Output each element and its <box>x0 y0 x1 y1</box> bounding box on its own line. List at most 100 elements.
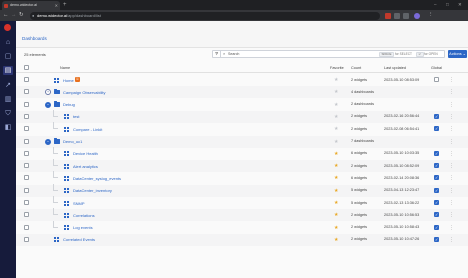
row-menu-icon[interactable]: ⋮ <box>449 124 454 134</box>
favorite-star-icon[interactable]: ★ <box>334 87 338 97</box>
profile-avatar[interactable] <box>414 12 420 19</box>
row-checkbox[interactable] <box>24 200 29 205</box>
row-menu-icon[interactable]: ⋮ <box>449 137 454 147</box>
app-logo[interactable] <box>4 24 11 31</box>
browser-tab[interactable]: demo.widector.ai ✕ <box>2 1 60 10</box>
row-checkbox[interactable] <box>24 101 29 107</box>
table-row[interactable]: Log events ★ 2 widgets 2023-05-10 10:58:43 ✓… <box>16 220 468 234</box>
table-row[interactable]: − Debug ★ 2 dashboards ⋮ <box>16 99 468 111</box>
pages-icon[interactable]: ▢ <box>3 52 13 61</box>
table-row[interactable]: Correlations ★ 2 widgets 2023-05-10 10:56:5… <box>16 208 468 222</box>
data-icon[interactable]: ▥ <box>3 95 13 104</box>
extensions-puzzle-icon[interactable] <box>403 12 409 19</box>
table-row[interactable]: SNMP ★ 5 widgets 2023-02-13 13:36:22 ✓ ⋮ <box>16 196 468 209</box>
table-row[interactable]: − Demo_uc1 ★ 7 dashboards ⋮ <box>16 135 468 148</box>
row-menu-icon[interactable]: ⋮ <box>449 173 454 183</box>
column-header-global[interactable]: Global <box>431 66 442 70</box>
global-checkbox[interactable]: ✓ <box>434 175 439 181</box>
favorite-star-icon[interactable]: ★ <box>334 100 338 110</box>
row-checkbox[interactable] <box>24 150 29 156</box>
table-row[interactable]: test ★ 2 widgets 2023-02-16 20:56:44 ✓ ⋮ <box>16 109 468 123</box>
table-row[interactable]: Device Health ★ 6 widgets 2023-05-10 10:03:… <box>16 146 468 160</box>
global-checkbox[interactable]: ✓ <box>434 236 439 242</box>
dashboard-name[interactable]: Compare - Linkit <box>73 126 102 133</box>
row-checkbox[interactable] <box>24 236 29 242</box>
table-row[interactable]: + Campaign Observability ★ 4 dashboards ⋮ <box>16 86 468 99</box>
forward-icon[interactable]: → <box>11 11 17 20</box>
favorite-star-icon[interactable]: ★ <box>334 112 338 122</box>
row-menu-icon[interactable]: ⋮ <box>449 112 454 122</box>
favorite-star-icon[interactable]: ★ <box>334 75 338 85</box>
row-menu-icon[interactable]: ⋮ <box>449 235 454 245</box>
collapse-icon[interactable]: − <box>45 138 51 145</box>
dashboard-name[interactable]: DataCenter_inventory <box>73 187 112 194</box>
favorite-star-icon[interactable]: ★ <box>334 173 338 183</box>
dashboards-icon[interactable]: ▤ <box>3 66 13 75</box>
column-header-favorite[interactable]: Favorite <box>330 66 344 70</box>
row-checkbox[interactable] <box>24 224 29 230</box>
row-checkbox[interactable] <box>24 89 29 95</box>
dashboard-name[interactable]: Correlations <box>73 212 95 219</box>
browser-menu-icon[interactable]: ⋮ <box>428 11 434 20</box>
filter-icon[interactable]: ⧩ <box>213 51 221 57</box>
back-icon[interactable]: ← <box>3 11 9 20</box>
column-header-count[interactable]: Count <box>351 66 361 70</box>
favorite-star-icon[interactable]: ★ <box>334 137 338 147</box>
address-bar[interactable]: ● demo.widector.ai/app/dashboard/list <box>30 11 380 20</box>
favorite-star-icon[interactable]: ★ <box>334 124 338 134</box>
alerts-icon[interactable]: ◧ <box>3 123 13 132</box>
extension-icon[interactable] <box>394 12 400 19</box>
dashboard-name[interactable]: Home <box>63 77 74 84</box>
row-checkbox[interactable] <box>24 175 29 181</box>
global-checkbox[interactable]: ✓ <box>434 187 439 193</box>
dashboard-name[interactable]: Correlated Events <box>63 236 95 243</box>
dashboard-name[interactable]: Device Health <box>73 150 98 157</box>
row-menu-icon[interactable]: ⋮ <box>449 186 454 196</box>
dashboard-name[interactable]: DataCenter_syslog_events <box>73 175 121 182</box>
table-row[interactable]: Correlated Events ★ 2 widgets 2023-05-10 10… <box>16 233 468 246</box>
column-header-name[interactable]: Name <box>60 66 70 70</box>
maximize-icon[interactable]: □ <box>446 1 449 9</box>
row-checkbox[interactable] <box>24 187 29 193</box>
row-menu-icon[interactable]: ⋮ <box>449 100 454 110</box>
reload-icon[interactable]: ↻ <box>19 11 24 20</box>
dashboard-name[interactable]: SNMP <box>73 200 85 207</box>
extension-icon[interactable] <box>385 12 391 19</box>
expand-icon[interactable]: + <box>45 89 51 96</box>
global-checkbox[interactable] <box>434 77 439 82</box>
home-icon[interactable]: ⌂ <box>3 38 13 47</box>
new-tab-button[interactable]: + <box>63 1 67 9</box>
security-icon[interactable]: ⛉ <box>3 109 13 118</box>
favorite-star-icon[interactable]: ★ <box>334 210 338 220</box>
global-checkbox[interactable]: ✓ <box>434 224 439 230</box>
row-checkbox[interactable] <box>24 212 29 218</box>
row-checkbox[interactable] <box>24 138 29 144</box>
row-menu-icon[interactable]: ⋮ <box>449 149 454 159</box>
favorite-star-icon[interactable]: ★ <box>334 161 338 171</box>
table-row[interactable]: Compare - Linkit ★ 2 widgets 2023-02-08 06:… <box>16 122 468 135</box>
favorite-star-icon[interactable]: ★ <box>334 223 338 233</box>
favorite-star-icon[interactable]: ★ <box>334 186 338 196</box>
row-checkbox[interactable] <box>24 163 29 169</box>
close-window-icon[interactable]: ✕ <box>458 1 462 9</box>
search-input[interactable] <box>228 51 348 57</box>
actions-button[interactable]: Actions ⌄ <box>448 50 467 58</box>
row-checkbox[interactable] <box>24 77 29 82</box>
row-menu-icon[interactable]: ⋮ <box>449 87 454 97</box>
table-row[interactable]: Alert analytics ★ 2 widgets 2023-05-10 08:5… <box>16 159 468 173</box>
row-menu-icon[interactable]: ⋮ <box>449 75 454 85</box>
row-menu-icon[interactable]: ⋮ <box>449 210 454 220</box>
global-checkbox[interactable]: ✓ <box>434 200 439 205</box>
favorite-star-icon[interactable]: ★ <box>334 235 338 245</box>
folder-name[interactable]: Demo_uc1 <box>63 138 82 145</box>
table-row[interactable]: DataCenter_syslog_events ★ 6 widgets 2023-0… <box>16 171 468 184</box>
minimize-icon[interactable]: – <box>434 1 437 9</box>
dashboard-name[interactable]: Alert analytics <box>73 163 98 170</box>
analytics-icon[interactable]: ↗ <box>3 81 13 90</box>
table-row[interactable]: Home ⚿ ★ 2 widgets 2023-05-10 08:53:09 ⋮ <box>16 74 468 86</box>
favorite-star-icon[interactable]: ★ <box>334 198 338 208</box>
row-menu-icon[interactable]: ⋮ <box>449 223 454 233</box>
select-all-checkbox[interactable] <box>24 65 29 70</box>
global-checkbox[interactable]: ✓ <box>434 150 439 156</box>
global-checkbox[interactable]: ✓ <box>434 113 439 119</box>
